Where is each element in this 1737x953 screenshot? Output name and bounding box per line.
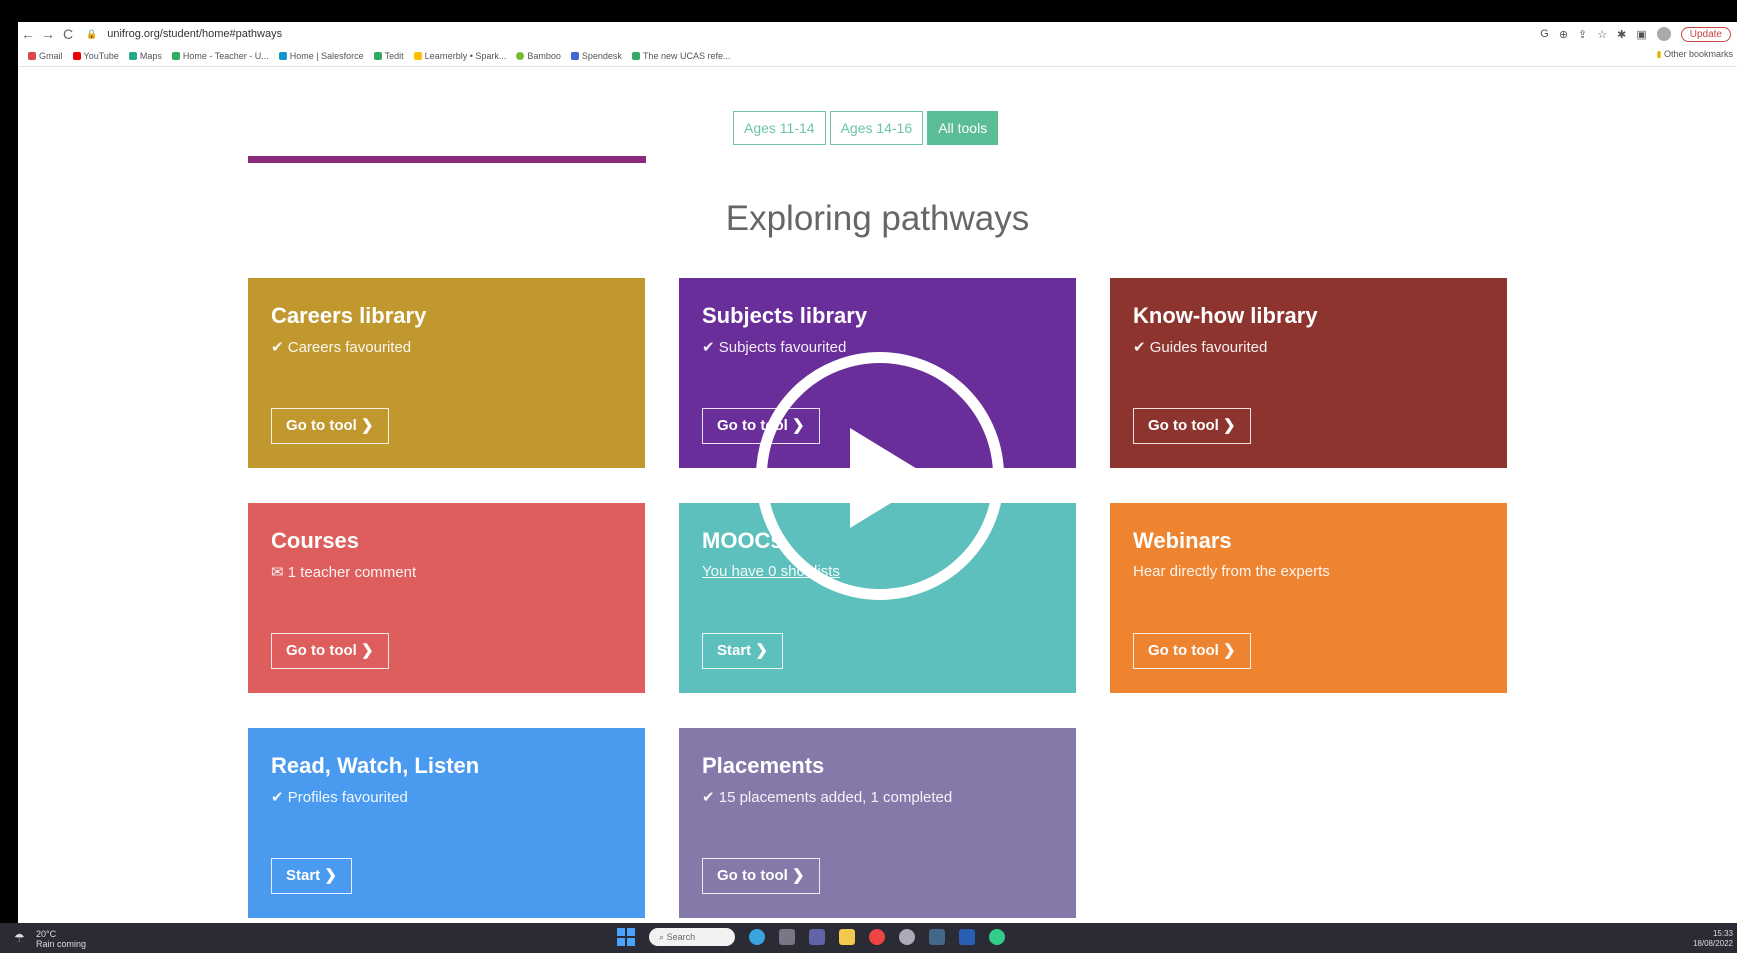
unifrog-icon <box>373 52 382 60</box>
url-field[interactable]: unifrog.org/student/home#pathways <box>107 28 282 40</box>
bookmark-gmail[interactable]: Gmail <box>28 51 63 61</box>
bookmark-bamboo[interactable]: Bamboo <box>516 51 561 61</box>
tab-ages-14-16[interactable]: Ages 14-16 <box>829 111 924 145</box>
salesforce-icon <box>278 52 287 60</box>
card-courses[interactable]: Courses ✉ 1 teacher comment Go to tool ❯ <box>248 503 645 693</box>
card-title: Careers library <box>271 303 427 328</box>
media-icon[interactable] <box>929 929 945 945</box>
weather-widget[interactable]: 20°C Rain coming <box>36 929 86 949</box>
search-icon: ⌕ <box>659 932 665 942</box>
profile-avatar-icon[interactable] <box>1656 27 1671 41</box>
card-know-how-library[interactable]: Know-how library ✔ Guides favourited Go … <box>1110 278 1507 468</box>
card-status: ✔ Profiles favourited <box>271 789 408 806</box>
section-title: Exploring pathways <box>725 199 1030 238</box>
edge-icon[interactable] <box>749 929 765 945</box>
star-icon[interactable]: ☆ <box>1597 28 1607 41</box>
card-title: Placements <box>702 753 825 778</box>
bamboo-icon <box>516 52 525 60</box>
google-icon[interactable]: G <box>1540 28 1549 40</box>
other-bookmarks[interactable]: ▮ Other bookmarks <box>1657 49 1734 60</box>
card-status: ✔ Careers favourited <box>271 339 412 356</box>
zoom-icon[interactable]: ⊕ <box>1559 28 1568 41</box>
start-button[interactable]: Start ❯ <box>702 633 783 669</box>
bookmark-spendesk[interactable]: Spendesk <box>570 51 622 61</box>
date: 18/08/2022 <box>1692 939 1733 948</box>
reload-icon[interactable]: C <box>58 26 78 42</box>
windows-start-icon[interactable] <box>617 928 635 946</box>
forward-icon[interactable]: → <box>38 26 58 42</box>
teams-icon[interactable] <box>809 929 825 945</box>
card-title: Read, Watch, Listen <box>271 753 480 778</box>
settings-icon[interactable] <box>899 929 915 945</box>
bookmark-learnerbly[interactable]: Learnerbly • Spark... <box>413 51 506 61</box>
card-webinars[interactable]: Webinars Hear directly from the experts … <box>1110 503 1507 693</box>
weather-text: Rain coming <box>36 939 87 949</box>
go-to-tool-button[interactable]: Go to tool ❯ <box>702 858 820 894</box>
clock[interactable]: 15:33 18/08/2022 <box>1693 929 1733 949</box>
tab-all-tools[interactable]: All tools <box>927 111 999 145</box>
extensions-icon[interactable]: ✱ <box>1617 28 1626 41</box>
section-divider <box>248 156 646 163</box>
card-status: ✉ 1 teacher comment <box>271 564 417 581</box>
browser-toolbar: G ⊕ ⇪ ☆ ✱ ▣ Update <box>1540 22 1737 46</box>
update-button[interactable]: Update <box>1680 26 1731 42</box>
card-status: ✔ 15 placements added, 1 completed <box>702 789 953 806</box>
card-title: Subjects library <box>702 303 868 328</box>
age-tabs: Ages 11-14 Ages 14-16 All tools <box>733 111 1002 145</box>
unifrog-icon <box>171 52 180 60</box>
bookmark-ucas[interactable]: The new UCAS refe... <box>631 51 730 61</box>
learnerbly-icon <box>413 52 422 60</box>
bookmark-youtube[interactable]: YouTube <box>72 51 119 61</box>
unifrog-icon <box>631 52 640 60</box>
folder-icon: ▮ <box>1656 49 1662 59</box>
file-icon[interactable] <box>779 929 795 945</box>
go-to-tool-button[interactable]: Go to tool ❯ <box>1133 633 1251 669</box>
card-status: ✔ Guides favourited <box>1133 339 1268 356</box>
card-careers-library[interactable]: Careers library ✔ Careers favourited Go … <box>248 278 645 468</box>
card-title: Courses <box>271 528 360 553</box>
youtube-icon <box>72 52 81 60</box>
card-placements[interactable]: Placements ✔ 15 placements added, 1 comp… <box>679 728 1076 918</box>
card-title: Know-how library <box>1133 303 1318 328</box>
word-icon[interactable] <box>959 929 975 945</box>
temperature: 20°C <box>36 929 57 939</box>
chrome-profile-icon[interactable] <box>989 929 1005 945</box>
bookmark-salesforce[interactable]: Home | Salesforce <box>278 51 364 61</box>
go-to-tool-button[interactable]: Go to tool ❯ <box>271 408 389 444</box>
chrome-icon[interactable] <box>869 929 885 945</box>
bookmark-tedit[interactable]: Tedit <box>373 51 404 61</box>
share-icon[interactable]: ⇪ <box>1578 28 1587 41</box>
card-read-watch-listen[interactable]: Read, Watch, Listen ✔ Profiles favourite… <box>248 728 645 918</box>
address-bar: ← → C 🔒 unifrog.org/student/home#pathway… <box>18 22 1737 46</box>
taskbar-apps: ⌕ Search <box>617 928 1005 946</box>
bookmark-maps[interactable]: Maps <box>128 51 162 61</box>
folder-icon[interactable] <box>839 929 855 945</box>
play-icon[interactable] <box>850 428 932 528</box>
back-icon[interactable]: ← <box>18 26 38 42</box>
time: 15:33 <box>1712 929 1733 938</box>
spendesk-icon <box>570 52 579 60</box>
start-button[interactable]: Start ❯ <box>271 858 352 894</box>
lock-icon: 🔒 <box>86 28 98 39</box>
sidepanel-icon[interactable]: ▣ <box>1636 28 1646 41</box>
tab-ages-11-14[interactable]: Ages 11-14 <box>733 111 826 145</box>
gmail-icon <box>28 52 36 60</box>
card-title: Webinars <box>1133 528 1232 553</box>
maps-icon <box>128 52 137 60</box>
bookmark-home-teacher[interactable]: Home - Teacher - U... <box>171 51 269 61</box>
go-to-tool-button[interactable]: Go to tool ❯ <box>271 633 389 669</box>
card-status: Hear directly from the experts <box>1133 563 1330 580</box>
taskbar: ☂ 20°C Rain coming ⌕ Search 15:33 18/08/… <box>0 923 1737 953</box>
taskbar-search[interactable]: ⌕ Search <box>649 928 735 946</box>
weather-icon: ☂ <box>14 931 25 945</box>
bookmarks-bar: Gmail YouTube Maps Home - Teacher - U...… <box>18 46 1737 67</box>
go-to-tool-button[interactable]: Go to tool ❯ <box>1133 408 1251 444</box>
card-status: ✔ Subjects favourited <box>702 339 847 356</box>
